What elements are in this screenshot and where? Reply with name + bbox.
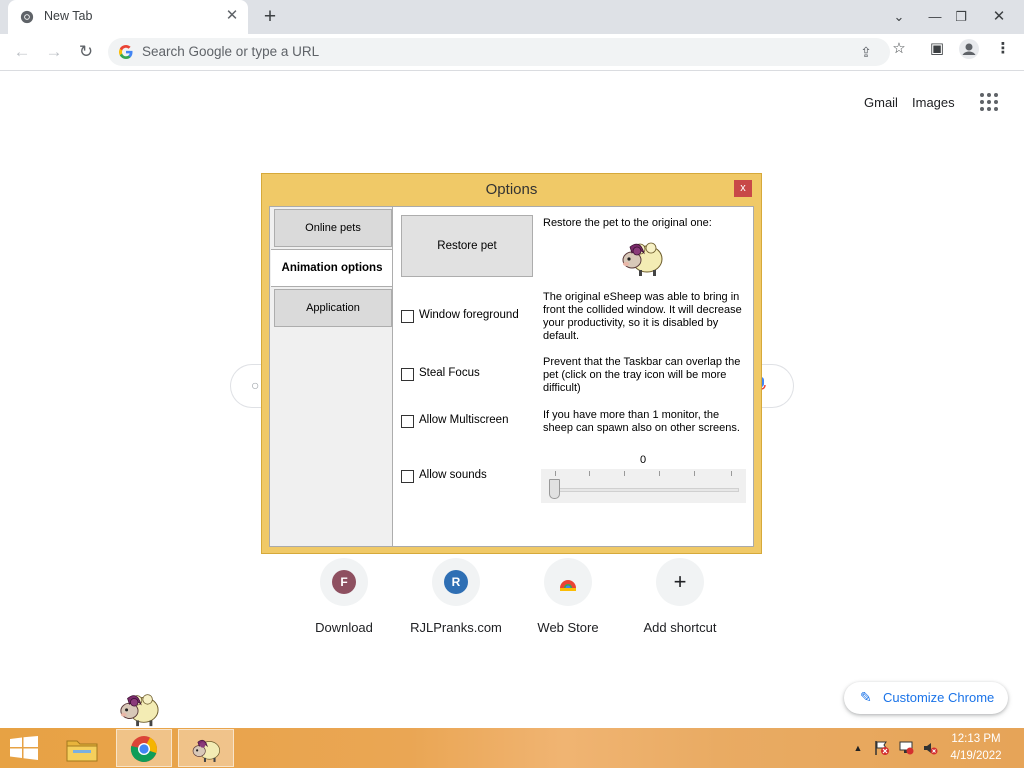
restore-pet-button[interactable]: Restore pet (401, 215, 533, 277)
dialog-body: Online pets Animation options Applicatio… (269, 206, 754, 547)
shortcut-download[interactable]: F Download (288, 556, 400, 646)
chrome-favicon-icon (20, 10, 34, 24)
omnibox[interactable]: Search Google or type a URL ⇪ (108, 38, 890, 66)
bookmark-star-icon[interactable]: ☆ (888, 38, 910, 60)
animation-options-page: Restore pet Window foreground Steal Focu… (392, 207, 753, 546)
shortcut-tile (544, 558, 592, 606)
checkbox-label: Allow sounds (419, 469, 487, 481)
customize-chrome-label: Customize Chrome (883, 690, 995, 705)
pencil-icon: ✎ (860, 689, 872, 705)
tray-overflow-chevron-icon[interactable]: ▲ (850, 740, 866, 756)
chrome-menu-icon[interactable]: ⋮ (992, 38, 1014, 60)
checkbox-box[interactable] (401, 470, 414, 483)
tab-strip: New Tab ✕ + ⌄ — ❐ ✕ (0, 0, 1024, 34)
volume-value: 0 (639, 454, 647, 466)
shortcut-rjlpranks[interactable]: R RJLPranks.com (400, 556, 512, 646)
volume-muted-icon[interactable] (922, 740, 938, 756)
slider-tick (624, 471, 625, 476)
search-icon: ○ (251, 377, 260, 393)
action-center-flag-icon[interactable] (874, 740, 890, 756)
foreground-description: The original eSheep was able to bring in… (543, 291, 742, 342)
dialog-title: Options (485, 181, 538, 198)
slider-tick (555, 471, 556, 476)
desktop-sheep-pet[interactable] (116, 687, 162, 729)
checkbox-box[interactable] (401, 310, 414, 323)
dialog-close-button[interactable]: x (734, 180, 752, 197)
taskbar: ▲ 12:13 PM 4/19/2022 (0, 728, 1024, 768)
checkbox-label: Steal Focus (419, 367, 480, 379)
volume-slider[interactable] (541, 469, 746, 503)
slider-tick (731, 471, 732, 476)
shortcut-label: Download (315, 620, 373, 635)
customize-chrome-button[interactable]: ✎ Customize Chrome (844, 682, 1008, 714)
checkbox-box[interactable] (401, 368, 414, 381)
slider-tick (694, 471, 695, 476)
options-dialog: Options x Online pets Animation options … (261, 173, 762, 554)
side-panel-icon[interactable]: ▣ (926, 38, 948, 60)
google-g-icon (119, 45, 133, 59)
shortcut-tile: + (656, 558, 704, 606)
new-tab-button[interactable]: + (259, 6, 281, 28)
shortcut-add[interactable]: + Add shortcut (624, 556, 736, 646)
network-icon[interactable] (898, 740, 914, 756)
tab-column: Online pets Animation options Applicatio… (270, 207, 393, 546)
tab-animation-options[interactable]: Animation options (271, 249, 393, 287)
restore-description: Restore the pet to the original one: (543, 217, 712, 229)
esheep-app-icon (192, 739, 220, 762)
tab-application[interactable]: Application (274, 289, 392, 327)
tab-title: New Tab (44, 9, 93, 23)
clock-time[interactable]: 12:13 PM (946, 733, 1006, 745)
slider-tick (589, 471, 590, 476)
share-icon[interactable]: ⇪ (856, 42, 876, 62)
omnibox-placeholder: Search Google or type a URL (142, 44, 320, 59)
minimize-button[interactable]: — (924, 6, 946, 28)
shortcut-tile: R (432, 558, 480, 606)
clock-date[interactable]: 4/19/2022 (946, 750, 1006, 762)
shortcut-label: RJLPranks.com (410, 620, 502, 635)
browser-tab[interactable]: New Tab ✕ (8, 0, 248, 34)
close-window-button[interactable]: ✕ (988, 6, 1010, 28)
tab-search-icon[interactable]: ⌄ (888, 6, 910, 28)
taskbar-esheep[interactable] (178, 729, 234, 767)
browser-toolbar: ← → ↻ Search Google or type a URL ⇪ ☆ ▣ … (0, 34, 1024, 71)
taskbar-file-explorer[interactable] (54, 729, 110, 767)
back-icon[interactable]: ← (10, 40, 34, 64)
chrome-icon (130, 736, 157, 763)
profile-avatar-icon[interactable] (958, 38, 980, 60)
slider-track[interactable] (551, 488, 739, 492)
add-shortcut-plus-icon: + (673, 569, 687, 594)
shortcut-letter-icon: F (332, 570, 356, 594)
shortcut-label: Add shortcut (643, 620, 717, 635)
multiscreen-description: If you have more than 1 monitor, the she… (543, 409, 740, 434)
sheep-pet-icon (622, 242, 663, 276)
focus-description: Prevent that the Taskbar can overlap the… (543, 356, 741, 394)
checkbox-label: Window foreground (419, 309, 519, 321)
shortcut-web-store[interactable]: Web Store (512, 556, 624, 646)
checkbox-box[interactable] (401, 415, 414, 428)
web-store-icon (560, 580, 576, 591)
images-link[interactable]: Images (912, 95, 955, 110)
reload-icon[interactable]: ↻ (74, 40, 98, 64)
shortcut-tile: F (320, 558, 368, 606)
google-apps-icon[interactable] (980, 93, 1000, 113)
taskbar-chrome[interactable] (116, 729, 172, 767)
restore-window-button[interactable]: ❐ (950, 6, 972, 28)
gmail-link[interactable]: Gmail (864, 95, 898, 110)
forward-icon[interactable]: → (42, 40, 66, 64)
windows-start-icon[interactable] (8, 736, 40, 760)
shortcut-letter-icon: R (444, 570, 468, 594)
tab-online-pets[interactable]: Online pets (274, 209, 392, 247)
tab-close-icon[interactable]: ✕ (224, 8, 240, 24)
shortcut-label: Web Store (537, 620, 599, 635)
slider-thumb[interactable] (549, 479, 560, 499)
checkbox-label: Allow Multiscreen (419, 414, 509, 426)
file-explorer-icon (66, 740, 98, 762)
slider-tick (659, 471, 660, 476)
